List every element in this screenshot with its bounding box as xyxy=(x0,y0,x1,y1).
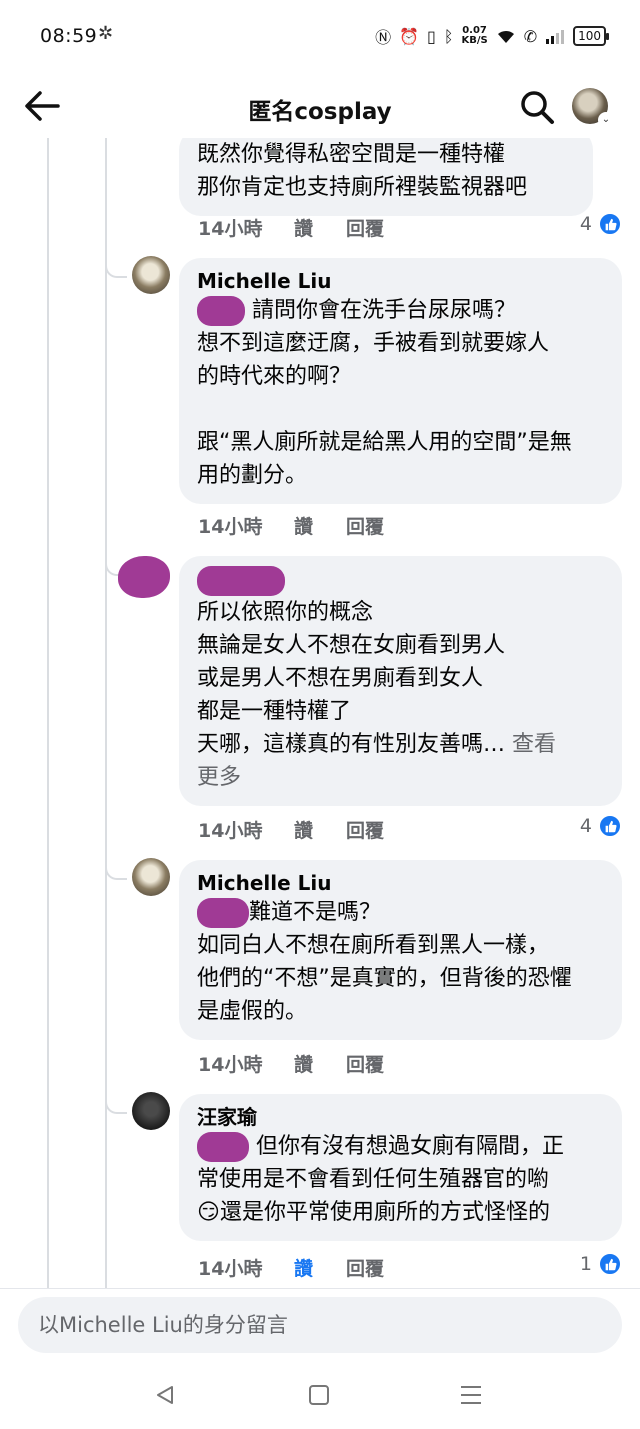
reply-button[interactable]: 回覆 xyxy=(346,816,384,843)
wifi-icon xyxy=(497,30,514,43)
like-button[interactable]: 讚 xyxy=(294,1254,346,1281)
avatar[interactable] xyxy=(132,858,170,896)
thumbs-up-icon xyxy=(598,212,622,236)
avatar[interactable] xyxy=(118,556,170,598)
comment-bubble[interactable]: 汪家瑜 但你有沒有想過女廁有隔間，正 常使用是不會看到任何生殖器官的喲 😏還是你… xyxy=(179,1094,622,1241)
comment-bubble[interactable]: Michelle Liu 難道不是嗎？ 如同白人不想在廁所看到黑人一樣， 他們的… xyxy=(179,860,622,1040)
comment-timestamp[interactable]: 14小時 xyxy=(198,816,294,843)
nav-recents-icon[interactable] xyxy=(461,1386,481,1410)
redacted-author xyxy=(197,566,285,596)
comment-text: 常使用是不會看到任何生殖器官的喲 xyxy=(197,1167,550,1192)
comment-actions: 14小時 讚 回覆 xyxy=(198,512,384,539)
comment-actions: 14小時 讚 回覆 xyxy=(198,816,384,843)
bluetooth-icon: ᛒ xyxy=(443,26,454,46)
reply-connector xyxy=(105,860,127,880)
reaction-summary[interactable]: 4 xyxy=(580,212,622,236)
fan-icon: ✲ xyxy=(98,23,114,44)
comment-text: 😏還是你平常使用廁所的方式怪怪的 xyxy=(197,1196,606,1229)
comment-text: 想不到這麼迂腐，手被看到就要嫁人 的時代來的啊？ 跟“黑人廁所就是給黑人用的空間… xyxy=(197,331,572,488)
smirk-emoji-icon: 😏 xyxy=(197,1200,220,1225)
avatar[interactable] xyxy=(132,1092,170,1130)
nfc-icon: Ⓝ xyxy=(375,28,392,47)
comment-text: 所以依照你的概念 無論是女人不想在女廁看到男人 或是男人不想在男廁看到女人 都是… xyxy=(197,596,606,794)
comment-actions: 14小時 讚 回覆 xyxy=(198,214,384,241)
comment-text: 既然你覺得私密空間是一種特權 那你肯定也支持廁所裡裝監視器吧 xyxy=(197,142,528,200)
comment-author[interactable]: 汪家瑜 xyxy=(197,1104,606,1130)
like-button[interactable]: 讚 xyxy=(294,512,346,539)
thumbs-up-icon xyxy=(598,1252,622,1276)
redacted-mention xyxy=(197,1132,249,1162)
reply-button[interactable]: 回覆 xyxy=(346,214,384,241)
comment-text-last-line: 還是你平常使用廁所的方式怪怪的 xyxy=(219,1200,550,1225)
reply-button[interactable]: 回覆 xyxy=(346,512,384,539)
comment-author[interactable] xyxy=(197,566,606,596)
system-navigation-bar xyxy=(0,1364,640,1429)
comment-timestamp[interactable]: 14小時 xyxy=(198,512,294,539)
comment-text: 請問你會在洗手台尿尿嗎？ xyxy=(197,294,606,327)
comment-text: 但你有沒有想過女廁有隔間，正 xyxy=(197,1130,606,1163)
reply-connector xyxy=(105,258,127,278)
status-time: 08:59 xyxy=(40,25,98,47)
battery-indicator: 100 xyxy=(573,26,609,46)
comment-text-body: 所以依照你的概念 無論是女人不想在女廁看到男人 或是男人不想在男廁看到女人 都是… xyxy=(197,600,506,757)
network-speed: 0.07 KB/S xyxy=(461,26,487,46)
comment-text-first-line: 但你有沒有想過女廁有隔間，正 xyxy=(256,1134,565,1159)
alarm-icon: ⏰ xyxy=(399,26,420,46)
comment-text: 難道不是嗎？ xyxy=(197,896,606,929)
reaction-count: 4 xyxy=(579,213,592,235)
redacted-mention xyxy=(197,296,245,326)
top-app-bar: 匿名cosplay ⌄ xyxy=(0,74,640,138)
thread-line xyxy=(105,138,107,1288)
redacted-mention xyxy=(197,898,249,928)
thread-line xyxy=(47,138,49,1288)
profile-switcher[interactable]: ⌄ xyxy=(572,88,614,128)
comment-timestamp[interactable]: 14小時 xyxy=(198,1050,294,1077)
comment-text: 如同白人不想在廁所看到黑人一樣， 他們的“不想”是真實的，但背後的恐懼 是虛假的… xyxy=(197,933,572,1024)
status-bar: 08:59 ✲ Ⓝ ⏰ ▯ ᛒ 0.07 KB/S ✆ 100 xyxy=(0,0,640,74)
avatar[interactable] xyxy=(132,256,170,294)
reply-button[interactable]: 回覆 xyxy=(346,1050,384,1077)
like-button[interactable]: 讚 xyxy=(294,816,346,843)
comment-author[interactable]: Michelle Liu xyxy=(197,870,606,896)
comment-bubble[interactable]: 所以依照你的概念 無論是女人不想在女廁看到男人 或是男人不想在男廁看到女人 都是… xyxy=(179,556,622,806)
call-icon: ✆ xyxy=(523,26,538,46)
chevron-down-icon: ⌄ xyxy=(598,112,614,128)
search-icon[interactable] xyxy=(518,88,556,126)
comment-bubble[interactable]: 既然你覺得私密空間是一種特權 那你肯定也支持廁所裡裝監視器吧 xyxy=(179,138,593,216)
status-icons: Ⓝ ⏰ ▯ ᛒ 0.07 KB/S ✆ 100 xyxy=(375,24,609,48)
comment-author[interactable]: Michelle Liu xyxy=(197,268,606,294)
vibrate-icon: ▯ xyxy=(427,26,436,46)
like-button[interactable]: 讚 xyxy=(294,1050,346,1077)
reply-connector xyxy=(105,1094,127,1114)
comment-timestamp[interactable]: 14小時 xyxy=(198,1254,294,1281)
network-speed-unit: KB/S xyxy=(461,35,488,46)
nav-home-icon[interactable] xyxy=(309,1385,329,1405)
comment-thread: 既然你覺得私密空間是一種特權 那你肯定也支持廁所裡裝監視器吧 14小時 讚 回覆… xyxy=(0,138,640,1288)
reaction-count: 4 xyxy=(579,815,592,837)
reaction-count: 1 xyxy=(579,1253,592,1275)
comment-bubble[interactable]: Michelle Liu 請問你會在洗手台尿尿嗎？ 想不到這麼迂腐，手被看到就要… xyxy=(179,258,622,504)
reply-button[interactable]: 回覆 xyxy=(346,1254,384,1281)
thumbs-up-icon xyxy=(598,814,622,838)
comment-composer-bar: 以Michelle Liu的身分留言 xyxy=(0,1288,640,1364)
signal-icon xyxy=(546,30,565,44)
reaction-summary[interactable]: 4 xyxy=(580,814,622,838)
comment-actions: 14小時 讚 回覆 xyxy=(198,1254,384,1281)
comment-input[interactable]: 以Michelle Liu的身分留言 xyxy=(18,1297,622,1353)
comment-text-first-line: 難道不是嗎？ xyxy=(249,900,382,925)
comment-actions: 14小時 讚 回覆 xyxy=(198,1050,384,1077)
like-button[interactable]: 讚 xyxy=(294,214,346,241)
comment-timestamp[interactable]: 14小時 xyxy=(198,214,294,241)
comment-text-first-line: 請問你會在洗手台尿尿嗎？ xyxy=(252,298,517,323)
reaction-summary[interactable]: 1 xyxy=(580,1252,622,1276)
nav-back-icon[interactable] xyxy=(154,1384,176,1406)
